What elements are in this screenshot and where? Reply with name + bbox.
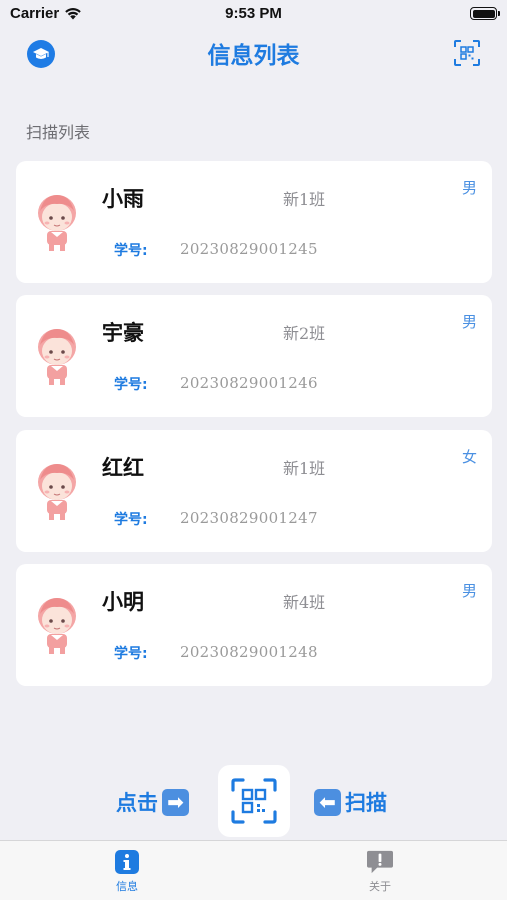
navigation-bar: 信息列表: [0, 30, 507, 76]
student-name: 宇豪: [102, 321, 144, 345]
tab-info[interactable]: 信息: [97, 849, 157, 894]
student-class: 新1班: [283, 459, 326, 478]
student-card[interactable]: 小明 新4班 男学号: 20230829001248: [16, 564, 492, 686]
right-arrow-icon: ➡: [162, 788, 189, 816]
student-gender: 男: [461, 582, 477, 600]
student-id: 20230829001248: [180, 643, 318, 661]
avatar: [34, 325, 80, 387]
scan-hint: ⬅ 扫描: [314, 787, 387, 817]
student-class: 新4班: [283, 593, 326, 612]
student-gender: 男: [461, 313, 477, 331]
tap-hint: 点击 ➡: [116, 787, 189, 817]
left-arrow-icon: ⬅: [314, 788, 341, 816]
student-id-label: 学号:: [114, 243, 148, 259]
student-name: 小明: [102, 590, 144, 614]
student-id: 20230829001245: [180, 240, 318, 258]
student-card[interactable]: 红红 新1班 女学号: 20230829001247: [16, 430, 492, 552]
student-name: 红红: [102, 456, 144, 480]
student-id-label: 学号:: [114, 377, 148, 393]
info-icon: [115, 850, 139, 874]
qr-scan-icon: [231, 778, 277, 824]
student-card[interactable]: 宇豪 新2班 男学号: 20230829001246: [16, 295, 492, 417]
scan-button[interactable]: [218, 765, 290, 837]
student-class: 新2班: [283, 324, 326, 343]
tab-about-label: 关于: [369, 880, 391, 893]
scan-hint-text: 扫描: [345, 791, 387, 815]
student-gender: 男: [461, 179, 477, 197]
student-name: 小雨: [102, 187, 144, 211]
avatar: [34, 460, 80, 522]
student-id-label: 学号:: [114, 646, 148, 662]
speech-bubble-exclamation-icon: [367, 850, 393, 874]
student-id-label: 学号:: [114, 512, 148, 528]
tab-info-label: 信息: [116, 880, 138, 893]
student-gender: 女: [461, 448, 477, 466]
tab-about[interactable]: 关于: [350, 849, 410, 894]
student-id: 20230829001247: [180, 509, 318, 527]
student-class: 新1班: [283, 190, 326, 209]
student-card[interactable]: 小雨 新1班 男学号: 20230829001245: [16, 161, 492, 283]
battery-icon: [470, 7, 500, 20]
avatar: [34, 191, 80, 253]
page-title: 信息列表: [207, 43, 300, 69]
tap-hint-text: 点击: [116, 791, 158, 815]
tab-bar: 信息 关于: [0, 840, 507, 900]
avatar: [34, 594, 80, 656]
student-id: 20230829001246: [180, 374, 318, 392]
qr-scan-icon[interactable]: [453, 39, 481, 67]
section-header: 扫描列表: [26, 123, 91, 142]
status-bar: Carrier 9:53 PM: [0, 0, 507, 30]
status-time: 9:53 PM: [225, 5, 282, 22]
